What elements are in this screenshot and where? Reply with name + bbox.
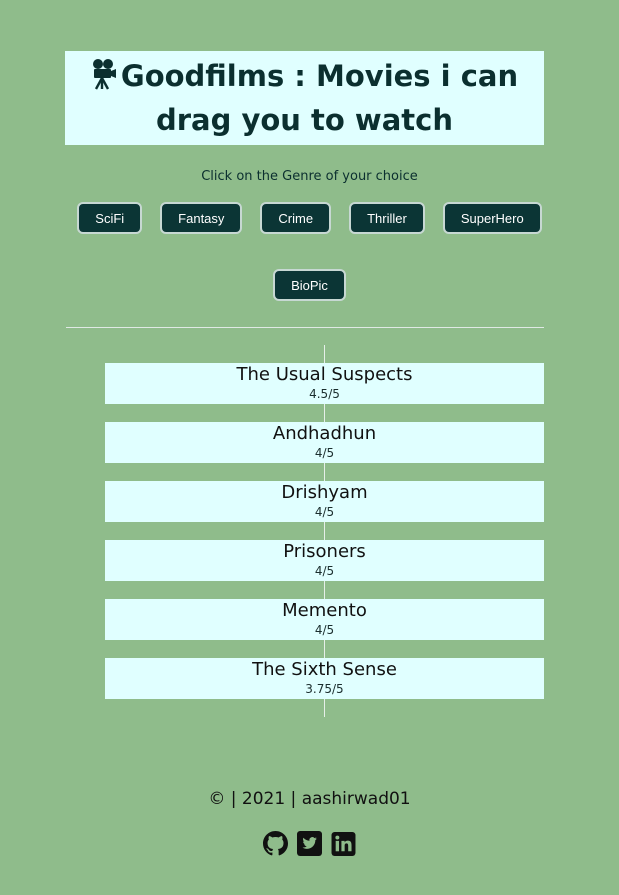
genre-button-row: SciFi Fantasy Crime Thriller SuperHero [0,202,619,234]
movie-title: Drishyam [281,482,368,503]
social-links [0,830,619,857]
movie-title: Memento [282,600,367,621]
github-icon[interactable] [263,830,288,857]
header-banner: Goodfilms : Movies i can drag you to wat… [65,51,544,145]
movie-title: The Usual Suspects [236,364,413,385]
movie-rating: 4/5 [314,505,335,519]
movie-title: Prisoners [283,541,366,562]
movie-title: The Sixth Sense [252,659,397,680]
movie-camera-icon [91,58,117,100]
movie-rating: 4/5 [314,446,335,460]
divider [66,327,544,328]
genre-button-thriller[interactable]: Thriller [349,202,425,234]
genre-button-fantasy[interactable]: Fantasy [160,202,243,234]
movie-title: Andhadhun [272,423,377,444]
genre-instruction: Click on the Genre of your choice [201,169,418,184]
page-title-text: Goodfilms : Movies i can drag you to wat… [120,59,519,137]
movie-rating: 3.75/5 [305,682,344,696]
twitter-icon[interactable] [297,830,322,857]
genre-button-crime[interactable]: Crime [260,202,332,234]
genre-button-biopic[interactable]: BioPic [273,269,346,301]
movie-list: The Usual Suspects 4.5/5 Andhadhun 4/5 D… [105,363,544,717]
movie-card: Drishyam 4/5 [105,481,544,522]
genre-button-superhero[interactable]: SuperHero [442,202,542,234]
movie-card: Andhadhun 4/5 [105,422,544,463]
movie-card: Prisoners 4/5 [105,540,544,581]
page-title: Goodfilms : Movies i can drag you to wat… [65,56,544,140]
movie-rating: 4/5 [314,564,335,578]
movie-card: The Sixth Sense 3.75/5 [105,658,544,699]
movie-card: The Usual Suspects 4.5/5 [105,363,544,404]
footer-copyright: © | 2021 | aashirwad01 [208,789,411,809]
genre-button-scifi[interactable]: SciFi [77,202,143,234]
movie-rating: 4/5 [314,623,335,637]
genre-button-row-2: BioPic [0,269,619,301]
linkedin-icon[interactable] [331,830,356,857]
movie-rating: 4.5/5 [309,387,340,401]
movie-card: Memento 4/5 [105,599,544,640]
